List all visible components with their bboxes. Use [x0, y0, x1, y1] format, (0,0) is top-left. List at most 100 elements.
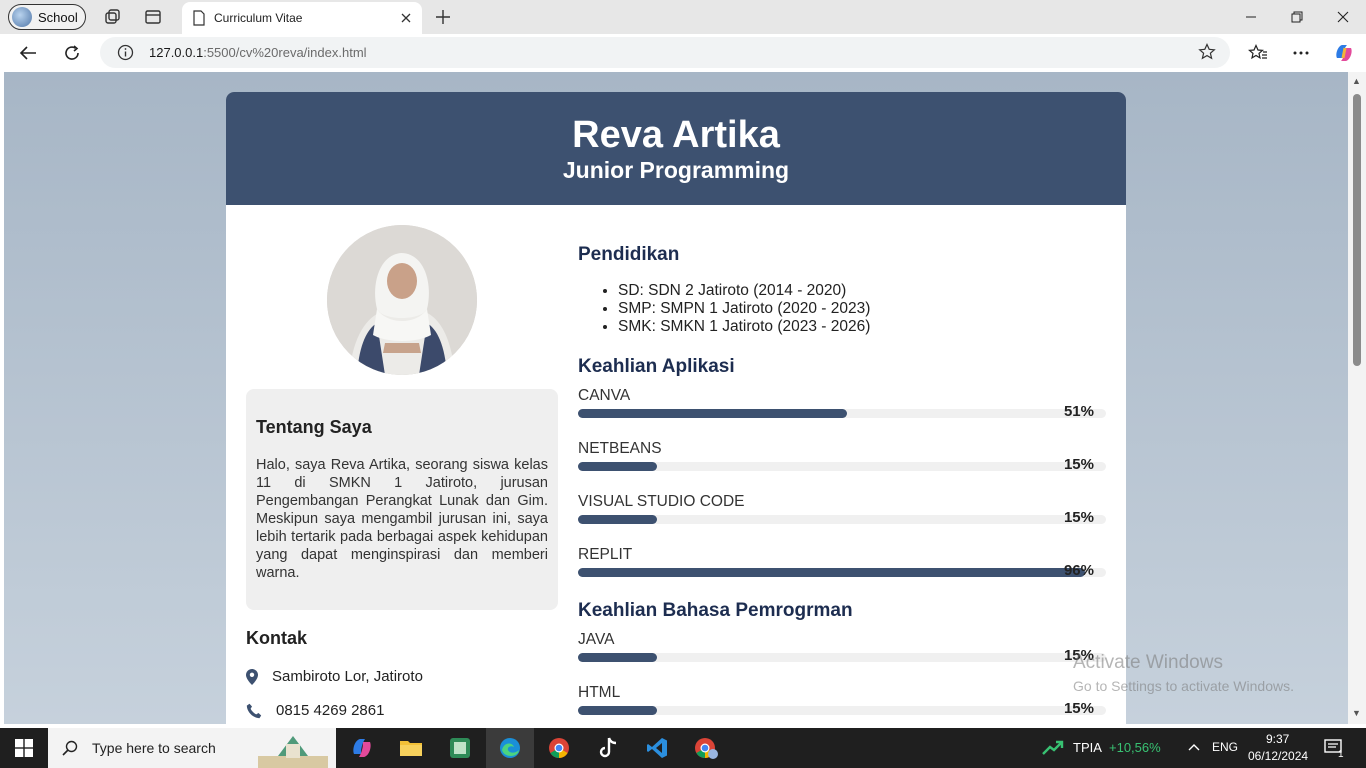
skill-label: VISUAL STUDIO CODE	[578, 493, 745, 510]
back-arrow-icon	[19, 46, 36, 60]
contact-address: Sambiroto Lor, Jatiroto	[246, 668, 423, 685]
contact-phone-text: 0815 4269 2861	[276, 702, 385, 719]
minimize-icon	[1246, 16, 1256, 18]
spreadsheet-icon	[450, 738, 470, 758]
skill-fill	[578, 653, 658, 662]
taskbar-copilot[interactable]	[338, 728, 386, 768]
tab-strip: School Curriculum Vitae	[0, 0, 1366, 34]
new-tab-button[interactable]	[431, 5, 455, 29]
skill-track	[578, 706, 1106, 715]
skill-java: JAVA 15%	[578, 631, 1106, 664]
more-icon	[1293, 51, 1309, 55]
about-title: Tentang Saya	[256, 417, 372, 437]
tab-actions-button[interactable]	[141, 5, 165, 29]
taskbar-spreadsheet-app[interactable]	[436, 728, 484, 768]
skill-replit: REPLIT 96%	[578, 546, 1106, 579]
skill-label: HTML	[578, 684, 621, 701]
search-icon	[62, 740, 78, 756]
chrome-profile-icon	[695, 738, 718, 759]
chevron-up-icon[interactable]	[1188, 743, 1200, 751]
menu-button[interactable]	[1286, 39, 1316, 67]
skill-percent: 15%	[1063, 509, 1094, 526]
skill-label: JAVA	[578, 631, 615, 648]
contact-title: Kontak	[246, 628, 308, 648]
back-button[interactable]	[13, 39, 43, 67]
star-icon[interactable]	[1198, 43, 1216, 61]
skill-fill	[578, 409, 848, 418]
education-item: SD: SDN 2 Jatiroto (2014 - 2020)	[618, 282, 870, 300]
skill-label: NETBEANS	[578, 440, 662, 457]
taskbar-file-explorer[interactable]	[387, 728, 435, 768]
browser-toolbar: 127.0.0.1:5500/cv%20reva/index.html	[0, 34, 1366, 72]
tab-close-button[interactable]	[392, 4, 420, 32]
skill-label: CANVA	[578, 387, 631, 404]
tab-curriculum-vitae[interactable]: Curriculum Vitae	[182, 2, 422, 34]
profile-photo	[327, 225, 477, 375]
stock-name[interactable]: TPIA	[1073, 740, 1102, 755]
contact-address-text: Sambiroto Lor, Jatiroto	[272, 668, 423, 685]
profile-name: School	[38, 9, 78, 25]
about-section: Tentang Saya Halo, saya Reva Artika, seo…	[246, 389, 558, 610]
notification-count: 1	[1338, 749, 1344, 760]
taskbar-chrome-profile[interactable]	[682, 728, 730, 768]
reload-icon	[65, 45, 79, 60]
skill-track	[578, 515, 1106, 524]
workspaces-icon	[105, 9, 120, 24]
scroll-down-icon[interactable]: ▼	[1352, 708, 1361, 718]
app-skills-title: Keahlian Aplikasi	[578, 356, 735, 377]
education-list: SD: SDN 2 Jatiroto (2014 - 2020) SMP: SM…	[618, 282, 870, 336]
contact-phone: 0815 4269 2861	[246, 702, 384, 719]
map-pin-icon	[246, 668, 258, 685]
plus-icon	[436, 10, 450, 24]
favorites-button[interactable]	[1243, 39, 1273, 67]
close-window-button[interactable]	[1320, 0, 1366, 34]
skill-canva: CANVA 51%	[578, 387, 1106, 420]
restore-button[interactable]	[1274, 0, 1320, 34]
skill-track	[578, 409, 1106, 418]
search-highlight-icon	[258, 736, 328, 768]
activate-windows-watermark: Activate Windows Go to Settings to activ…	[1073, 652, 1294, 694]
watermark-title: Activate Windows	[1073, 652, 1223, 673]
skill-percent: 15%	[1063, 456, 1094, 473]
start-button[interactable]	[0, 728, 48, 768]
copilot-icon	[1336, 45, 1352, 61]
copilot-icon	[353, 739, 371, 757]
url-host: 127.0.0.1	[149, 45, 204, 60]
scroll-up-icon[interactable]: ▲	[1352, 76, 1361, 86]
cv-role: Junior Programming	[562, 157, 790, 183]
favorites-icon	[1248, 44, 1267, 60]
cv-name: Reva Artika	[572, 114, 780, 156]
watermark-subtitle: Go to Settings to activate Windows.	[1073, 678, 1294, 694]
skill-track	[578, 653, 1106, 662]
taskbar-edge[interactable]	[486, 728, 534, 768]
taskbar-vscode[interactable]	[633, 728, 681, 768]
clock-time[interactable]: 9:37	[1266, 732, 1289, 746]
address-bar[interactable]: 127.0.0.1:5500/cv%20reva/index.html	[100, 37, 1230, 68]
vertical-scrollbar[interactable]: ▲ ▼	[1348, 72, 1366, 724]
about-text: Halo, saya Reva Artika, seorang siswa ke…	[256, 457, 548, 581]
profile-button[interactable]: School	[8, 4, 86, 30]
url-path: :5500/cv%20reva/index.html	[203, 45, 367, 60]
skill-fill	[578, 462, 658, 471]
education-title: Pendidikan	[578, 244, 680, 265]
scroll-thumb[interactable]	[1353, 94, 1361, 366]
windows-logo-icon	[15, 739, 33, 757]
skill-percent: 96%	[1063, 562, 1094, 579]
reload-button[interactable]	[57, 39, 87, 67]
language-indicator[interactable]: ENG	[1212, 740, 1238, 754]
stock-change[interactable]: +10,56%	[1109, 740, 1161, 755]
taskbar-chrome[interactable]	[535, 728, 583, 768]
skill-track	[578, 462, 1106, 471]
workspaces-button[interactable]	[100, 5, 124, 29]
skill-fill	[578, 568, 1085, 577]
copilot-button[interactable]	[1329, 39, 1359, 67]
info-icon[interactable]	[117, 44, 134, 61]
edge-icon	[500, 738, 520, 758]
close-icon	[1337, 11, 1349, 23]
taskbar-search[interactable]: Type here to search	[48, 728, 336, 768]
folder-icon	[400, 741, 422, 756]
tiktok-icon	[599, 737, 617, 758]
taskbar-tiktok[interactable]	[584, 728, 632, 768]
clock-date[interactable]: 06/12/2024	[1248, 749, 1308, 763]
minimize-button[interactable]	[1228, 0, 1274, 34]
